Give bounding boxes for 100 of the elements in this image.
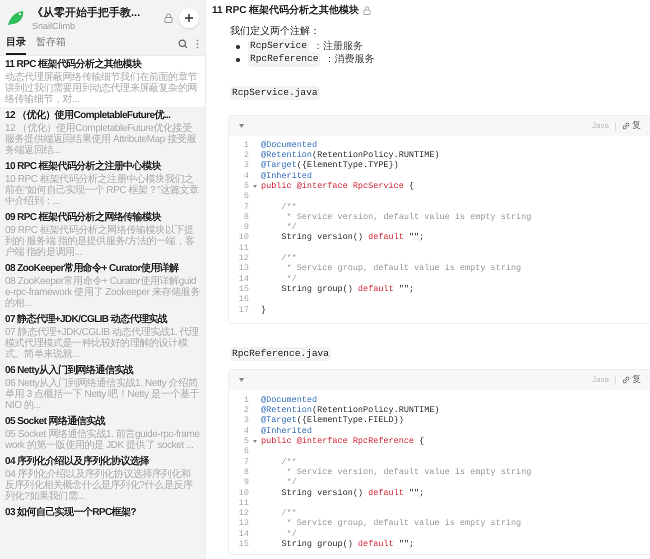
line-number: 10 bbox=[238, 486, 249, 499]
item-excerpt: 10 RPC 框架代码分析之注册中心模块我们之前在“如何自己实现一个 RPC 框架？”这篇文章中介绍到：... bbox=[5, 174, 200, 207]
lock-icon bbox=[363, 6, 372, 14]
line-number: 2 bbox=[242, 404, 249, 416]
book-title: 《从零开始手把手教... bbox=[32, 6, 142, 20]
sidebar-item[interactable]: 05 Socket 网络通信实战 05 Socket 网络通信实战1. 前言guide-rpc-framework 的第一版使用的是 JDK 提供了 socket ... bbox=[0, 413, 205, 453]
line-number: 14 bbox=[238, 272, 249, 285]
line-number: 6 bbox=[242, 190, 249, 203]
code-line: /** bbox=[280, 456, 297, 468]
caret-icon[interactable] bbox=[239, 378, 244, 382]
more-icon[interactable] bbox=[196, 38, 199, 48]
line-number: 12 bbox=[238, 252, 249, 264]
filename-label: RcpService.java bbox=[230, 86, 320, 100]
link-icon bbox=[622, 376, 630, 384]
fold-caret-icon[interactable] bbox=[253, 440, 257, 443]
code-line: */ bbox=[286, 272, 297, 284]
line-number: 7 bbox=[242, 200, 249, 213]
sidebar-item[interactable]: 03 如何自己实现一个RPC框架? bbox=[0, 504, 205, 521]
sidebar-item[interactable]: 10 RPC 框架代码分析之注册中心模块 10 RPC 框架代码分析之注册中心模块我们之前在“如何自己实现一个 RPC 框架？”这篇文章中介绍到：... bbox=[0, 158, 205, 209]
line-number: 5 bbox=[242, 435, 249, 447]
filename-label: RpcReference.java bbox=[230, 347, 331, 362]
line-number: 7 bbox=[242, 456, 249, 468]
code-line: * Service version, default value is empty string bbox=[286, 210, 532, 222]
code-line: * Service group, default value is empty string bbox=[286, 517, 522, 530]
sidebar-item[interactable]: 11 RPC 框架代码分析之其他模块 动态代理屏蔽网络传输细节我们在前面的章节讲到过我们需要用到动态代理来屏蔽复杂的网络传输细节，对... bbox=[0, 56, 205, 107]
item-title: 08 ZooKeeper常用命令+ Curator使用详解 bbox=[5, 262, 180, 275]
code-line: @Retention(RetentionPolicy.RUNTIME) bbox=[261, 404, 440, 416]
bullet-icon bbox=[236, 44, 240, 48]
code-line: */ bbox=[286, 221, 297, 232]
code-line: String version() default ""; bbox=[280, 231, 424, 244]
code-line: String version() default ""; bbox=[280, 486, 424, 500]
item-title: 03 如何自己实现一个RPC框架? bbox=[5, 506, 137, 519]
item-title: 11 RPC 框架代码分析之其他模块 bbox=[5, 58, 143, 71]
code-line: /** bbox=[280, 200, 297, 212]
code-line: * Service group, default value is empty string bbox=[286, 262, 522, 274]
line-number: 2 bbox=[242, 149, 249, 161]
caret-icon[interactable] bbox=[239, 124, 244, 128]
item-excerpt: 07 静态代理+JDK/CGLIB 动态代理实战1. 代理模式代理模式是一种比较好的理解的设计模式。简单来说就... bbox=[5, 327, 200, 360]
list-text: ：注册服务 bbox=[313, 40, 364, 54]
line-number: 4 bbox=[242, 170, 249, 182]
item-excerpt: 12 （优化）使用CompletableFuture优化接受服务提供端返回结果使用 AttributeMap 接受服务端返回结... bbox=[5, 123, 198, 156]
line-number: 1 bbox=[242, 138, 249, 151]
code-line: /** bbox=[280, 507, 297, 518]
item-excerpt: 09 RPC 框架代码分析之网络传输模块以下提到的 服务端 指的是提供服务/方法的一端，客户端 指的是调用... bbox=[5, 225, 196, 258]
copy-button[interactable]: 复 bbox=[622, 373, 641, 387]
item-title: 07 静态代理+JDK/CGLIB 动态代理实战 bbox=[5, 313, 168, 326]
line-number: 13 bbox=[238, 262, 249, 275]
code-line: String group() default ""; bbox=[280, 282, 414, 296]
sidebar-item[interactable]: 07 静态代理+JDK/CGLIB 动态代理实战 07 静态代理+JDK/CGLIB 动态代理实战1. 代理模式代理模式是一种比较好的理解的设计模式。简单来说就... bbox=[0, 311, 205, 362]
sidebar-item[interactable]: 09 RPC 框架代码分析之网络传输模块 09 RPC 框架代码分析之网络传输模块以下提到的 服务端 指的是提供服务/方法的一端，客户端 指的是调用... bbox=[0, 209, 205, 260]
inline-code: RpcReference bbox=[248, 52, 320, 67]
sidebar-item[interactable]: 06 Netty从入门到网络通信实战 06 Netty从入门到网络通信实战1. Netty 介绍简单用 3 点概括一下 Netty 吧！Netty 是一个基于 NIO 的... bbox=[0, 362, 205, 413]
line-number: 1 bbox=[242, 394, 249, 406]
code-line: */ bbox=[286, 528, 297, 540]
code-line: @Target({ElementType.FIELD}) bbox=[261, 414, 404, 426]
code-line: public @interface RpcReference { bbox=[261, 435, 424, 448]
item-excerpt: 04 序列化介绍以及序列化协议选择序列化和反序列化相关概念什么是序列化?什么是反序列化?如果我们需... bbox=[5, 469, 194, 502]
sidebar-item[interactable]: 12 （优化）使用CompletableFuture优... 12 （优化）使用CompletableFuture优化接受服务提供端返回结果使用 AttributeMap 接受服务端返回结... bbox=[0, 107, 205, 158]
plus-icon bbox=[184, 13, 194, 23]
code-line: public @interface RpcService { bbox=[261, 180, 414, 193]
paragraph: 我们定义两个注解： bbox=[230, 25, 321, 39]
line-number: 11 bbox=[238, 242, 249, 254]
line-number: 6 bbox=[242, 445, 249, 458]
item-excerpt: 动态代理屏蔽网络传输细节我们在前面的章节讲到过我们需要用到动态代理来屏蔽复杂的网络传输细节，对... bbox=[5, 72, 198, 105]
code-line: @Documented bbox=[261, 138, 318, 150]
item-title: 12 （优化）使用CompletableFuture优... bbox=[5, 109, 172, 122]
item-excerpt: 05 Socket 网络通信实战1. 前言guide-rpc-framework 的第一版使用的是 JDK 提供了 socket ... bbox=[5, 429, 200, 451]
article-title: 11 RPC 框架代码分析之其他模块 bbox=[212, 3, 360, 18]
line-number: 15 bbox=[238, 538, 249, 551]
sidebar-item[interactable]: 04 序列化介绍以及序列化协议选择 04 序列化介绍以及序列化协议选择序列化和反序列化相关概念什么是序列化?什么是反序列化?如果我们需... bbox=[0, 453, 205, 504]
item-title: 09 RPC 框架代码分析之网络传输模块 bbox=[5, 211, 162, 224]
item-title: 05 Socket 网络通信实战 bbox=[5, 415, 106, 428]
line-number: 4 bbox=[242, 424, 249, 437]
code-line: @Target({ElementType.TYPE}) bbox=[261, 159, 399, 172]
line-number: 3 bbox=[242, 159, 249, 172]
code-line: /** bbox=[280, 252, 297, 264]
line-number: 14 bbox=[238, 528, 249, 540]
item-title: 04 序列化介绍以及序列化协议选择 bbox=[5, 455, 150, 468]
copy-button[interactable]: 复 bbox=[622, 119, 641, 133]
line-number: 3 bbox=[242, 414, 249, 427]
sidebar-item[interactable]: 08 ZooKeeper常用命令+ Curator使用详解 08 ZooKeeper常用命令+ Curator使用详解guide-rpc-framework 使用了 Zookeeper 来存储服务的相... bbox=[0, 260, 205, 311]
line-number: 17 bbox=[238, 304, 249, 316]
language-label: Java bbox=[592, 120, 609, 132]
book-author: SnailClimb bbox=[32, 20, 76, 32]
code-line: @Inherited bbox=[261, 170, 312, 182]
code-line: @Retention(RetentionPolicy.RUNTIME) bbox=[261, 149, 440, 160]
line-number: 15 bbox=[238, 282, 249, 295]
line-number: 16 bbox=[238, 293, 249, 306]
fold-caret-icon[interactable] bbox=[253, 184, 257, 188]
link-icon bbox=[622, 122, 630, 130]
line-number: 10 bbox=[238, 231, 249, 244]
tab[interactable]: 暂存箱 bbox=[36, 32, 66, 55]
line-number: 9 bbox=[242, 476, 249, 489]
add-button[interactable] bbox=[179, 8, 199, 28]
search-icon[interactable] bbox=[178, 38, 188, 48]
lock-icon bbox=[164, 13, 173, 23]
language-label: Java bbox=[592, 374, 609, 386]
code-line: */ bbox=[286, 476, 297, 488]
line-number: 12 bbox=[238, 507, 249, 519]
code-line: } bbox=[261, 304, 266, 316]
